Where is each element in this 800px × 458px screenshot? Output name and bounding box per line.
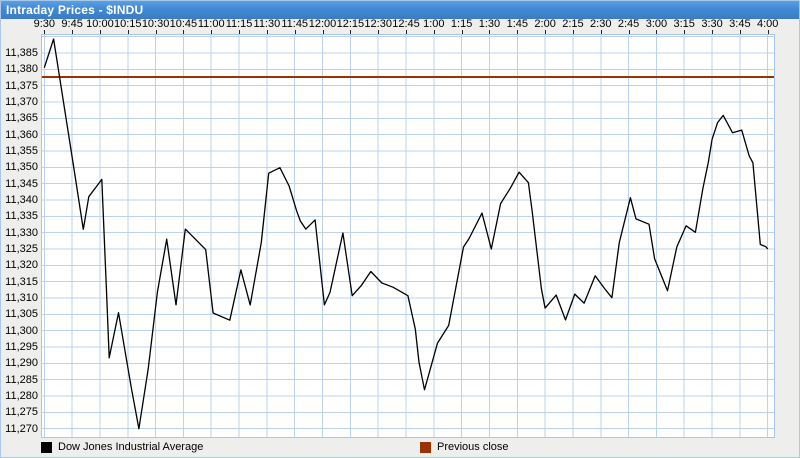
legend-item-series: Dow Jones Industrial Average <box>41 440 203 454</box>
x-axis-label: 10:45 <box>170 19 198 30</box>
y-axis-label: 11,310 <box>1 292 38 304</box>
y-axis-label: 11,325 <box>1 243 38 255</box>
x-axis-label: 12:45 <box>392 19 420 30</box>
y-axis-label: 11,365 <box>1 112 38 124</box>
x-axis-label: 4:00 <box>757 19 778 30</box>
y-axis-label: 11,320 <box>1 259 38 271</box>
legend-series-label: Dow Jones Industrial Average <box>58 441 203 454</box>
x-axis-label: 1:30 <box>479 19 500 30</box>
y-axis-label: 11,295 <box>1 341 38 353</box>
x-axis-label: 3:00 <box>646 19 667 30</box>
x-axis-label: 11:30 <box>254 19 281 30</box>
y-axis-label: 11,340 <box>1 194 38 206</box>
title-bar: Intraday Prices - $INDU <box>1 1 799 19</box>
x-axis-label: 10:30 <box>142 19 170 30</box>
x-axis-label: 2:00 <box>534 19 555 30</box>
x-axis-label: 9:45 <box>61 19 82 30</box>
y-axis-label: 11,375 <box>1 80 38 92</box>
y-axis: 11,385 11,380 11,375 11,370 11,365 11,360 11,3… <box>1 1 38 458</box>
chart-window: Intraday Prices - $INDU 9:309:4510:0010:… <box>0 0 800 458</box>
y-axis-label: 11,285 <box>1 374 38 386</box>
y-axis-label: 11,300 <box>1 325 38 337</box>
x-axis: 9:309:4510:0010:1510:3010:4511:0011:1511… <box>41 19 781 34</box>
x-axis-label: 11:15 <box>226 19 253 30</box>
y-axis-label: 11,380 <box>1 63 38 75</box>
plot-area[interactable] <box>41 34 775 438</box>
legend-previous-close-label: Previous close <box>437 441 509 454</box>
y-axis-label: 11,355 <box>1 145 38 157</box>
x-axis-label: 2:15 <box>562 19 583 30</box>
y-axis-label: 11,305 <box>1 308 38 320</box>
legend-item-previous-close: Previous close <box>420 440 509 454</box>
x-axis-label: 1:15 <box>451 19 472 30</box>
price-chart-canvas[interactable] <box>42 35 774 437</box>
x-axis-label: 1:45 <box>507 19 528 30</box>
y-axis-label: 11,370 <box>1 96 38 108</box>
x-axis-label: 12:15 <box>337 19 365 30</box>
y-axis-label: 11,290 <box>1 357 38 369</box>
y-axis-label: 11,385 <box>1 47 38 59</box>
y-axis-label: 11,315 <box>1 276 38 288</box>
x-axis-label: 1:00 <box>423 19 444 30</box>
y-axis-label: 11,345 <box>1 178 38 190</box>
x-axis-label: 2:30 <box>590 19 611 30</box>
x-axis-label: 3:45 <box>729 19 750 30</box>
x-axis-label: 12:30 <box>364 19 392 30</box>
previous-close-swatch-icon <box>420 442 431 453</box>
legend: Dow Jones Industrial Average Previous cl… <box>1 438 799 457</box>
y-axis-label: 11,360 <box>1 129 38 141</box>
series-swatch-icon <box>41 442 52 453</box>
x-axis-label: 11:00 <box>198 19 225 30</box>
x-axis-label: 10:15 <box>114 19 142 30</box>
y-axis-label: 11,270 <box>1 423 38 435</box>
x-axis-label: 12:00 <box>309 19 337 30</box>
x-axis-label: 3:15 <box>674 19 695 30</box>
y-axis-label: 11,280 <box>1 390 38 402</box>
x-axis-label: 2:45 <box>618 19 639 30</box>
y-axis-label: 11,330 <box>1 227 38 239</box>
x-axis-label: 11:45 <box>281 19 308 30</box>
y-axis-label: 11,275 <box>1 406 38 418</box>
y-axis-label: 11,350 <box>1 161 38 173</box>
y-axis-label: 11,335 <box>1 210 38 222</box>
x-axis-label: 10:00 <box>86 19 114 30</box>
x-axis-label: 3:30 <box>701 19 722 30</box>
